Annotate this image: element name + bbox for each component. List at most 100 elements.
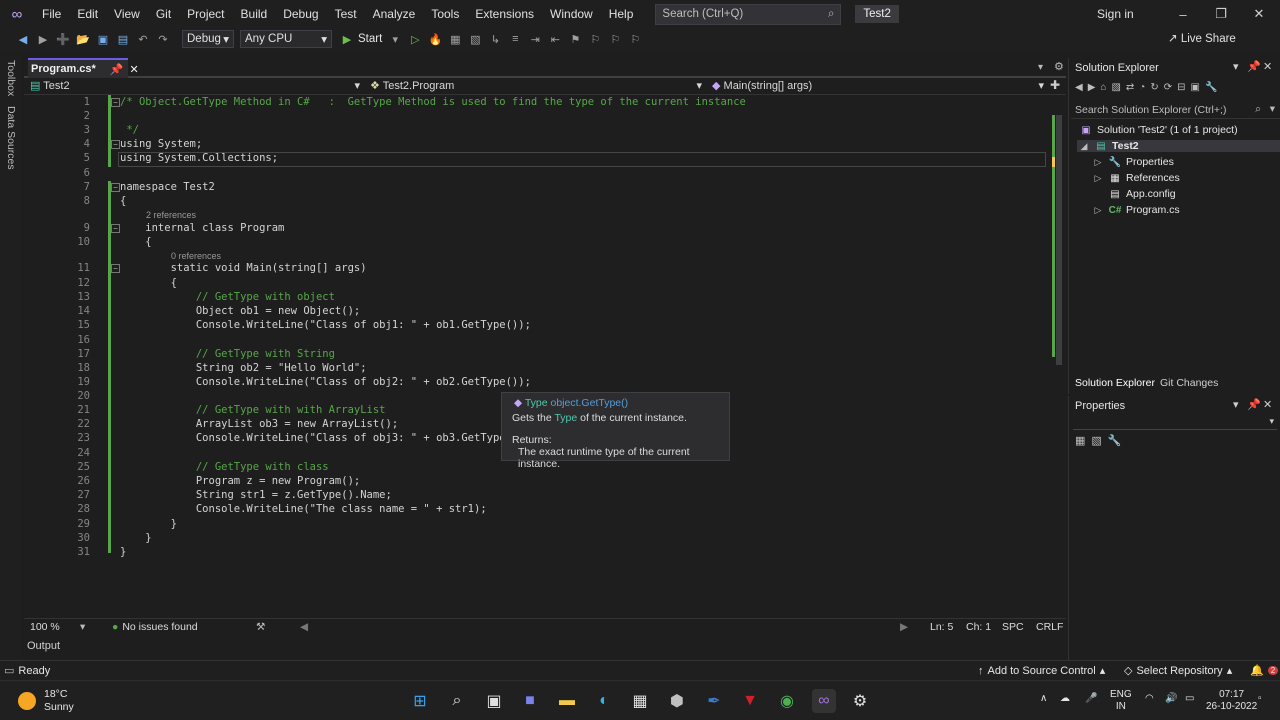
- onedrive-icon[interactable]: ☁: [1060, 693, 1070, 705]
- menu-extensions[interactable]: Extensions: [467, 0, 542, 28]
- collapse-icon[interactable]: −: [111, 264, 120, 273]
- bookmark-next-icon[interactable]: ⚐: [606, 30, 624, 48]
- collapse-icon[interactable]: −: [111, 140, 120, 149]
- settings-gear-icon[interactable]: ⚙: [1054, 60, 1064, 73]
- alphabetical-icon[interactable]: ▧: [1091, 434, 1101, 447]
- bookmark-prev-icon[interactable]: ⚐: [586, 30, 604, 48]
- notification-center-icon[interactable]: ▫: [1258, 693, 1262, 705]
- undo-icon[interactable]: ↶: [134, 30, 152, 48]
- show-all-files-icon[interactable]: ▣: [1191, 82, 1200, 93]
- open-folder-icon[interactable]: 📂: [74, 30, 92, 48]
- split-editor-icon[interactable]: ✚: [1050, 78, 1060, 92]
- line-ending-indicator[interactable]: CRLF: [1036, 621, 1063, 633]
- tab-program-cs[interactable]: Program.cs* 📌 ✕: [28, 58, 139, 78]
- home-icon[interactable]: ⌂: [1100, 82, 1106, 93]
- collapse-icon[interactable]: −: [111, 183, 120, 192]
- back-icon[interactable]: ◀: [14, 30, 32, 48]
- menu-debug[interactable]: Debug: [275, 0, 326, 28]
- scroll-right-icon[interactable]: ▶: [900, 621, 908, 633]
- microsoft-store-icon[interactable]: ▦: [628, 689, 652, 713]
- switch-views-icon[interactable]: ▧: [1111, 82, 1120, 93]
- collapsed-caret-icon[interactable]: ▷: [1091, 157, 1105, 168]
- tooltip-summary-type[interactable]: Type: [554, 412, 577, 424]
- clock[interactable]: 07:17 26-10-2022: [1206, 689, 1257, 713]
- bookmark-icon[interactable]: ⚑: [566, 30, 584, 48]
- language-indicator[interactable]: ENG IN: [1110, 689, 1132, 713]
- weather-widget[interactable]: 18°C Sunny: [18, 688, 74, 714]
- issues-indicator[interactable]: ● No issues found: [112, 621, 198, 633]
- solution-search-input[interactable]: Search Solution Explorer (Ctrl+;) ⌕ ▾: [1071, 102, 1280, 119]
- tree-item-app-config[interactable]: ▤ App.config: [1108, 188, 1175, 200]
- toolbox-tab[interactable]: Toolbox: [5, 60, 17, 96]
- menu-tools[interactable]: Tools: [423, 0, 467, 28]
- tooltip-return-type[interactable]: Type: [525, 397, 548, 409]
- scrollbar-thumb[interactable]: [1056, 115, 1062, 365]
- chevron-down-icon[interactable]: ▾: [1270, 103, 1275, 115]
- sync-icon[interactable]: ⇄: [1126, 82, 1134, 93]
- categorized-icon[interactable]: ▦: [1075, 434, 1085, 447]
- menu-file[interactable]: File: [34, 0, 69, 28]
- menu-edit[interactable]: Edit: [69, 0, 106, 28]
- back-icon[interactable]: ◀: [1075, 82, 1083, 93]
- tab-close-icon[interactable]: ✕: [130, 63, 139, 76]
- column-indicator[interactable]: Ch: 1: [966, 621, 991, 633]
- file-explorer-icon[interactable]: ▬: [555, 689, 579, 713]
- forward-icon[interactable]: ▶: [34, 30, 52, 48]
- properties-object-select[interactable]: ▾: [1073, 416, 1277, 430]
- mcafee-icon[interactable]: ▼: [738, 689, 762, 713]
- collapsed-caret-icon[interactable]: ▷: [1091, 205, 1105, 216]
- notifications-button[interactable]: 🔔 2: [1250, 664, 1279, 677]
- nav-project-dropdown[interactable]: ▤ Test2 ▾: [30, 79, 360, 92]
- align-icon[interactable]: ≡: [506, 30, 524, 48]
- search-input[interactable]: Search (Ctrl+Q) ⌕: [655, 3, 842, 25]
- history-icon[interactable]: ◔: [1139, 82, 1145, 93]
- sign-in-link[interactable]: Sign in: [1097, 0, 1134, 28]
- tab-solution-explorer[interactable]: Solution Explorer: [1075, 377, 1155, 389]
- new-project-icon[interactable]: ➕: [54, 30, 72, 48]
- chevron-down-icon[interactable]: ▾: [1233, 398, 1239, 411]
- properties-icon[interactable]: 🔧: [1205, 82, 1217, 93]
- line-indicator[interactable]: Ln: 5: [930, 621, 953, 633]
- tree-item-properties[interactable]: ▷ 🔧 Properties: [1091, 156, 1174, 168]
- collapse-icon[interactable]: −: [111, 98, 120, 107]
- save-icon[interactable]: ▣: [94, 30, 112, 48]
- volume-icon[interactable]: 🔊: [1165, 693, 1177, 705]
- editor-vertical-scrollbar[interactable]: [1050, 95, 1064, 615]
- select-repository-button[interactable]: ◇ Select Repository ▴: [1124, 664, 1232, 678]
- code-cleanup-icon[interactable]: ⚒: [256, 621, 265, 633]
- minimize-icon[interactable]: –: [1164, 0, 1202, 28]
- start-button[interactable]: Start: [358, 33, 382, 45]
- maximize-icon[interactable]: ❐: [1202, 0, 1240, 28]
- refresh-icon[interactable]: ⟳: [1164, 82, 1172, 93]
- outdent-icon[interactable]: ⇤: [546, 30, 564, 48]
- codelens-references[interactable]: 0 references: [171, 251, 221, 261]
- collapse-all-icon[interactable]: ⊟: [1177, 82, 1185, 93]
- close-icon[interactable]: ✕: [1263, 398, 1272, 411]
- settings-gear-icon[interactable]: ⚙: [848, 689, 872, 713]
- codelens-references[interactable]: 2 references: [146, 210, 196, 220]
- app-icon[interactable]: ⬢: [665, 689, 689, 713]
- menu-build[interactable]: Build: [233, 0, 276, 28]
- menu-git[interactable]: Git: [148, 0, 179, 28]
- output-panel-tab[interactable]: Output: [24, 638, 1066, 654]
- live-share-button[interactable]: ↗ Live Share: [1168, 31, 1236, 45]
- start-debugging-icon[interactable]: ▶: [338, 30, 356, 48]
- show-hidden-icons-icon[interactable]: ∧: [1040, 693, 1047, 705]
- step-icon[interactable]: ↳: [486, 30, 504, 48]
- menu-analyze[interactable]: Analyze: [365, 0, 424, 28]
- pin-icon[interactable]: 📌: [110, 63, 124, 76]
- property-pages-icon[interactable]: 🔧: [1108, 434, 1122, 447]
- nav-class-dropdown[interactable]: ❖ Test2.Program ▾: [370, 79, 702, 92]
- tree-item-program-cs[interactable]: ▷ C# Program.cs: [1091, 204, 1180, 216]
- scroll-left-icon[interactable]: ◀: [300, 621, 308, 633]
- chevron-down-icon[interactable]: ▾: [80, 621, 85, 633]
- whitespace-indicator[interactable]: SPC: [1002, 621, 1024, 633]
- pin-icon[interactable]: 📌: [1247, 398, 1261, 411]
- platform-select[interactable]: Any CPU ▾: [240, 30, 332, 48]
- tab-overflow-icon[interactable]: ▾: [1038, 62, 1043, 73]
- expanded-caret-icon[interactable]: ◢: [1077, 141, 1091, 152]
- pin-icon[interactable]: 📌: [1247, 60, 1261, 73]
- battery-icon[interactable]: ▭: [1185, 693, 1194, 705]
- save-all-icon[interactable]: ▤: [114, 30, 132, 48]
- microphone-icon[interactable]: 🎤: [1085, 693, 1097, 705]
